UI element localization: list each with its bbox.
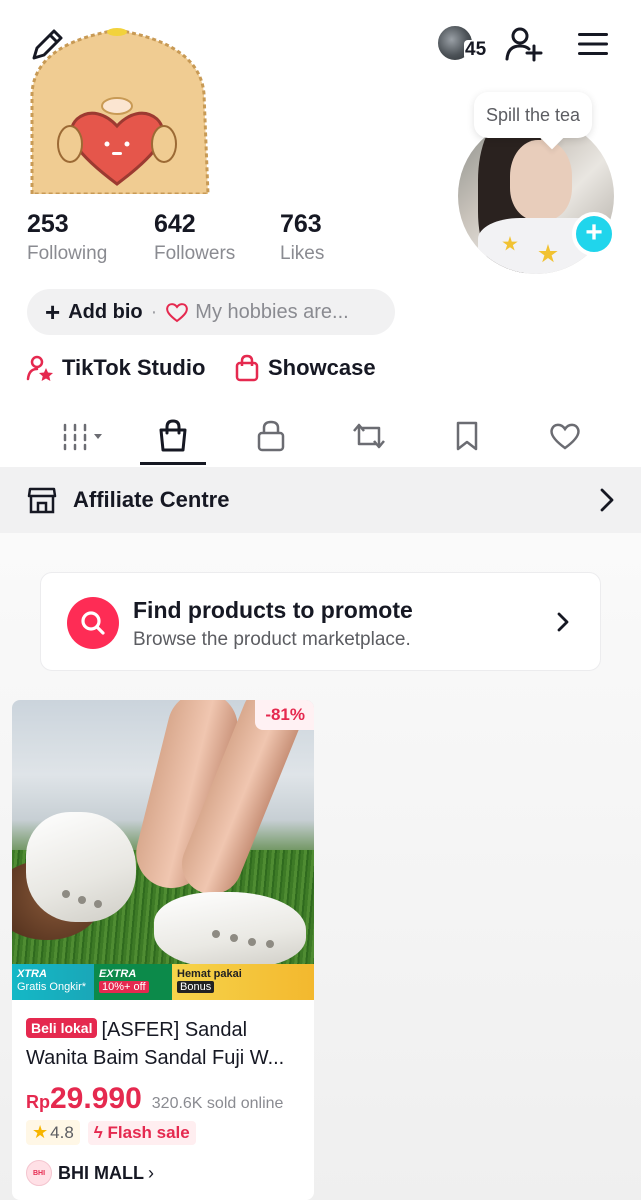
showcase-link[interactable]: Showcase: [234, 354, 376, 382]
price-value: 29.990: [50, 1082, 142, 1115]
chevron-right-icon: ›: [147, 1162, 154, 1183]
following-label: Following: [27, 243, 108, 264]
note-text: Spill the tea: [486, 104, 581, 125]
profile-avatar-mascot[interactable]: [22, 24, 212, 196]
tiktok-studio-link[interactable]: TikTok Studio: [26, 354, 205, 382]
product-image[interactable]: -81% XTRA Gratis Ongkir* EXTRA 10%+ off …: [12, 700, 314, 1000]
local-badge: Beli lokal: [26, 1018, 98, 1038]
plus-icon: +: [45, 297, 61, 327]
hobby-placeholder: My hobbies are...: [195, 300, 349, 323]
followers-count: 642: [154, 210, 196, 238]
active-tab-indicator: [140, 462, 206, 465]
hemat-subtitle: Bonus: [177, 981, 215, 993]
showcase-label: Showcase: [268, 355, 376, 380]
lock-icon: [257, 420, 285, 452]
shop-name: BHI MALL: [58, 1162, 144, 1183]
affiliate-centre-label: Affiliate Centre: [73, 487, 230, 512]
hemat-title: Hemat pakai: [177, 968, 242, 980]
search-icon: [67, 597, 119, 649]
extra-title: EXTRA: [99, 968, 137, 980]
add-bio-button[interactable]: + Add bio · My hobbies are...: [27, 289, 395, 335]
chevron-right-icon: [600, 488, 614, 512]
xtra-subtitle: Gratis Ongkir*: [17, 981, 87, 993]
tab-shop[interactable]: [140, 405, 206, 467]
extra-subtitle: 10%+ off: [99, 981, 149, 993]
bonus-tag: Hemat pakai Bonus: [172, 964, 314, 1000]
lightning-icon: ϟ: [93, 1122, 103, 1142]
heart-outline-icon: [166, 303, 189, 323]
profile-tab-bar: [0, 405, 641, 467]
promo-strip: XTRA Gratis Ongkir* EXTRA 10%+ off Hemat…: [12, 964, 314, 1000]
rating-row: ★ 4.8 ϟ Flash sale: [26, 1120, 196, 1145]
add-bio-label: Add bio: [68, 300, 143, 323]
xtra-title: XTRA: [17, 968, 47, 980]
tab-reposts[interactable]: [336, 405, 402, 467]
tab-private[interactable]: [238, 405, 304, 467]
plus-icon: +: [585, 215, 603, 249]
tab-favorites[interactable]: [434, 405, 500, 467]
note-bubble[interactable]: Spill the tea: [474, 92, 593, 138]
find-products-card[interactable]: Find products to promote Browse the prod…: [40, 572, 601, 671]
likes-stat[interactable]: 763 Likes: [280, 210, 324, 265]
flash-sale-label: Flash sale: [107, 1122, 190, 1142]
followers-label: Followers: [154, 243, 236, 264]
product-title[interactable]: Beli lokal [ASFER] Sandal Wanita Baim San…: [26, 1016, 306, 1072]
rating-value: 4.8: [50, 1122, 74, 1142]
find-products-title: Find products to promote: [133, 597, 413, 623]
find-products-subtitle: Browse the product marketplace.: [133, 629, 411, 650]
recent-followers-button[interactable]: 45: [436, 24, 496, 64]
star-icon: ★: [32, 1122, 49, 1142]
flash-sale-badge: ϟ Flash sale: [87, 1120, 196, 1145]
repost-icon: [353, 423, 385, 449]
add-story-button[interactable]: +: [572, 212, 616, 256]
shop-logo: BHI: [26, 1160, 52, 1186]
tab-videos[interactable]: [48, 405, 114, 467]
rating-badge: ★ 4.8: [26, 1120, 80, 1145]
tiktok-studio-label: TikTok Studio: [62, 355, 206, 380]
affiliate-centre-row[interactable]: Affiliate Centre: [0, 467, 641, 533]
following-stat[interactable]: 253 Following: [27, 210, 107, 265]
likes-label: Likes: [280, 243, 325, 264]
following-count: 253: [27, 210, 69, 238]
bio-separator: ·: [150, 300, 158, 323]
tab-liked[interactable]: [532, 405, 598, 467]
sold-count: 320.6K sold online: [151, 1095, 284, 1112]
shopping-bag-icon: [235, 354, 259, 382]
grid-dropdown-icon: [63, 423, 102, 451]
shop-link[interactable]: BHI BHI MALL ›: [26, 1160, 154, 1186]
extra-discount-tag: EXTRA 10%+ off: [94, 964, 172, 1000]
price-currency: Rp: [26, 1092, 50, 1112]
heart-outline-icon: [550, 423, 580, 450]
free-shipping-tag: XTRA Gratis Ongkir*: [12, 964, 94, 1000]
followers-stat[interactable]: 642 Followers: [154, 210, 235, 265]
likes-count: 763: [280, 210, 322, 238]
menu-icon[interactable]: [576, 30, 610, 58]
price-row: Rp 29.990 320.6K sold online: [26, 1082, 283, 1116]
bookmark-icon: [456, 421, 478, 451]
add-friend-icon[interactable]: [504, 26, 544, 62]
discount-badge: -81%: [255, 700, 314, 730]
chevron-right-icon: [557, 612, 569, 632]
creator-star-icon: [26, 355, 53, 381]
store-icon: [27, 487, 57, 514]
shopping-bag-icon: [159, 419, 187, 452]
follower-count-badge: 45: [464, 39, 488, 60]
product-card[interactable]: -81% XTRA Gratis Ongkir* EXTRA 10%+ off …: [12, 700, 314, 1200]
